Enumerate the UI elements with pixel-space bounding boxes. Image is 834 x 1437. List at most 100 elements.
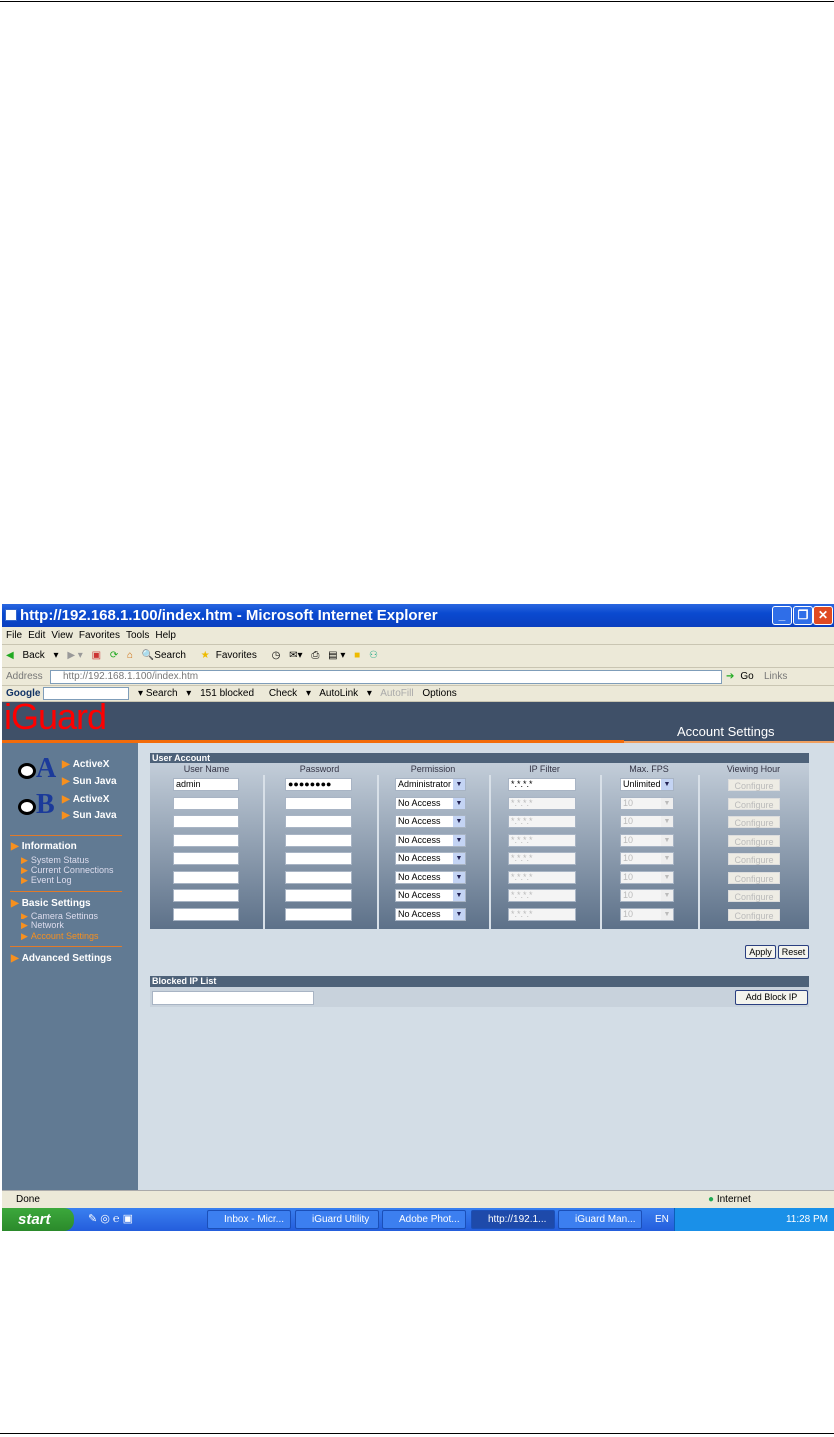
ip-filter-input[interactable]: *.*.*.* [508, 815, 576, 828]
sidebar-advanced-settings[interactable]: ▶ Advanced Settings [11, 953, 112, 964]
taskbar-item[interactable]: Inbox - Micr... [207, 1210, 291, 1229]
print-icon[interactable]: ⎙ [311, 650, 319, 661]
configure-button[interactable]: Configure [728, 834, 780, 847]
password-input[interactable] [285, 907, 352, 921]
password-input[interactable] [285, 833, 352, 847]
back-button[interactable]: ◀ Back ▾ [6, 650, 59, 661]
configure-button[interactable]: Configure [728, 779, 780, 791]
cam-b-java[interactable]: ▶ Sun Java [62, 810, 117, 821]
block-ip-input[interactable] [152, 991, 314, 1005]
ip-filter-input[interactable]: *.*.*.* [508, 852, 576, 865]
go-button[interactable]: ➔ Go [726, 668, 760, 685]
username-input[interactable] [173, 870, 239, 884]
max-fps-select[interactable]: 10▼▼ [620, 889, 674, 902]
sidebar-account-settings[interactable]: ▶ Account Settings [21, 931, 98, 942]
username-input[interactable] [173, 833, 239, 847]
configure-button[interactable]: Configure [728, 797, 780, 810]
address-input[interactable]: http://192.168.1.100/index.htm [50, 670, 722, 684]
check-button[interactable]: Check ▾ [269, 688, 311, 699]
language-indicator[interactable]: EN [655, 1208, 669, 1231]
username-input[interactable]: admin [173, 778, 239, 791]
sidebar-event-log[interactable]: ▶ Event Log [21, 875, 71, 886]
reset-button[interactable]: Reset [778, 945, 809, 959]
refresh-icon[interactable]: ⟳ [110, 650, 118, 661]
menu-file[interactable]: File [6, 630, 22, 641]
permission-select[interactable]: No Access▼▼ [395, 833, 466, 847]
sidebar-information[interactable]: ▶ Information [11, 841, 77, 852]
menu-tools[interactable]: Tools [126, 630, 149, 641]
favorites-button[interactable]: ★ Favorites [201, 650, 263, 661]
close-button[interactable]: ✕ [813, 606, 833, 625]
menu-favorites[interactable]: Favorites [79, 630, 120, 641]
permission-select[interactable]: No Access▼▼ [395, 796, 466, 810]
configure-button[interactable]: Configure [728, 871, 780, 884]
username-input[interactable] [173, 796, 239, 810]
permission-select[interactable]: No Access▼▼ [395, 870, 466, 884]
menu-help[interactable]: Help [155, 630, 176, 641]
configure-button[interactable]: Configure [728, 908, 780, 921]
password-input[interactable]: ●●●●●●●● [285, 778, 352, 791]
permission-select[interactable]: Administrator▼▼ [395, 778, 466, 791]
max-fps-select[interactable]: 10▼▼ [620, 796, 674, 810]
username-input[interactable] [173, 907, 239, 921]
max-fps-select[interactable]: 10▼▼ [620, 852, 674, 865]
forward-button[interactable]: ▶ ▾ [67, 650, 83, 661]
options-button[interactable]: Options [422, 688, 456, 699]
permission-select[interactable]: No Access▼▼ [395, 889, 466, 902]
cam-a-activex[interactable]: ▶ ActiveX [62, 759, 109, 770]
max-fps-select[interactable]: 10▼▼ [620, 815, 674, 828]
edit-icon[interactable]: ▤ ▾ [328, 650, 345, 661]
mail-icon[interactable]: ✉▾ [289, 650, 302, 661]
username-input[interactable] [173, 815, 239, 828]
configure-button[interactable]: Configure [728, 853, 780, 865]
ip-filter-input[interactable]: *.*.*.* [508, 796, 576, 810]
max-fps-select[interactable]: 10▼▼ [620, 870, 674, 884]
search-button[interactable]: 🔍Search [142, 650, 192, 661]
ip-filter-input[interactable]: *.*.*.* [508, 889, 576, 902]
minimize-button[interactable]: _ [772, 606, 792, 625]
permission-select[interactable]: No Access▼▼ [395, 907, 466, 921]
permission-select[interactable]: No Access▼▼ [395, 852, 466, 865]
autofill-button[interactable]: AutoFill [380, 688, 413, 699]
taskbar-item[interactable]: iGuard Man... [558, 1210, 642, 1229]
notes-icon[interactable]: ■ [354, 650, 360, 661]
sidebar-camera-settings[interactable]: ▶ Camera Settings [21, 911, 98, 919]
ip-filter-input[interactable]: *.*.*.* [508, 870, 576, 884]
taskbar-item[interactable]: iGuard Utility [295, 1210, 379, 1229]
max-fps-select[interactable]: 10▼▼ [620, 907, 674, 921]
password-input[interactable] [285, 870, 352, 884]
sidebar-basic-settings[interactable]: ▶ Basic Settings [11, 898, 91, 909]
ip-filter-input[interactable]: *.*.*.* [508, 833, 576, 847]
maximize-button[interactable]: ❐ [793, 606, 813, 625]
google-search-button[interactable]: ▾ Search ▾ [138, 688, 191, 699]
apply-button[interactable]: Apply [745, 945, 776, 959]
start-button[interactable]: start [2, 1208, 74, 1231]
quick-launch[interactable]: ✎ ◎ ℮ ▣ [88, 1212, 133, 1225]
links-button[interactable]: Links [764, 668, 787, 685]
add-block-ip-button[interactable]: Add Block IP [735, 990, 808, 1005]
menu-edit[interactable]: Edit [28, 630, 45, 641]
stop-icon[interactable]: ▣ [92, 650, 101, 661]
cam-a-java[interactable]: ▶ Sun Java [62, 776, 117, 787]
configure-button[interactable]: Configure [728, 890, 780, 902]
username-input[interactable] [173, 852, 239, 865]
autolink-button[interactable]: AutoLink ▾ [319, 688, 372, 699]
ip-filter-input[interactable]: *.*.*.* [508, 907, 576, 921]
password-input[interactable] [285, 815, 352, 828]
ip-filter-input[interactable]: *.*.*.* [508, 778, 576, 791]
history-icon[interactable]: ◷ [272, 650, 281, 661]
password-input[interactable] [285, 852, 352, 865]
permission-select[interactable]: No Access▼▼ [395, 815, 466, 828]
taskbar-item[interactable]: http://192.1... [471, 1210, 555, 1229]
taskbar-item[interactable]: Adobe Phot... [382, 1210, 466, 1229]
password-input[interactable] [285, 889, 352, 902]
popup-blocker[interactable]: 151 blocked [200, 688, 260, 699]
password-input[interactable] [285, 796, 352, 810]
configure-button[interactable]: Configure [728, 816, 780, 828]
menu-view[interactable]: View [51, 630, 73, 641]
home-icon[interactable]: ⌂ [127, 650, 133, 661]
cam-b-activex[interactable]: ▶ ActiveX [62, 794, 109, 805]
messenger-icon[interactable]: ⚇ [369, 650, 378, 661]
max-fps-select[interactable]: 10▼▼ [620, 833, 674, 847]
username-input[interactable] [173, 889, 239, 902]
